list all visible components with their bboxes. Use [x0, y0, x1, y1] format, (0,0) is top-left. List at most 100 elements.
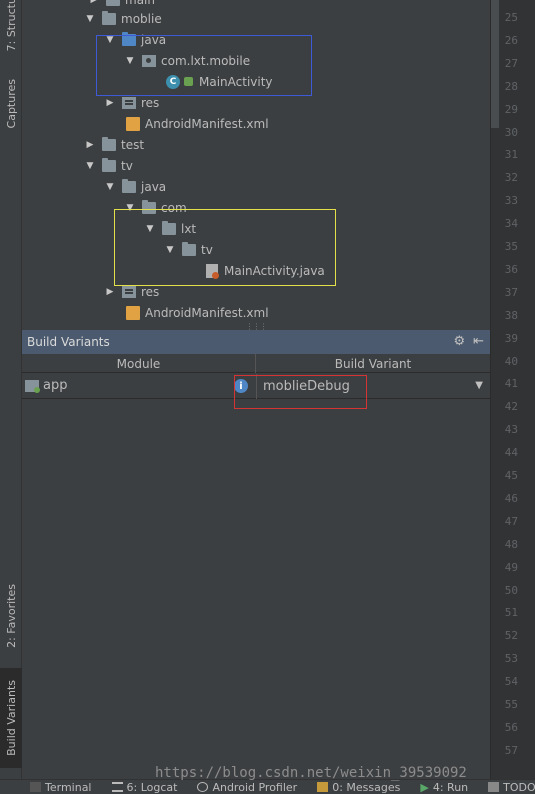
folder-icon: [162, 220, 176, 235]
folder-icon: [106, 0, 120, 6]
watermark: https://blog.csdn.net/weixin_39539092: [155, 765, 467, 781]
editor-gutter: 25 26 27 28 29 30 31 32 33 34 35 36 37 38 39 40 41 42 43 44…: [490, 0, 535, 779]
run-tab-label: 4: Run: [432, 780, 469, 794]
tree-row-label: lxt: [181, 221, 197, 236]
line-number: 41: [504, 377, 518, 391]
collapse-arrow-icon[interactable]: ▼: [144, 223, 156, 235]
line-number: 50: [504, 583, 518, 597]
line-number: 36: [504, 262, 518, 276]
tree-row-manifest[interactable]: AndroidManifest.xml: [126, 113, 269, 134]
expand-arrow-icon[interactable]: ▶: [84, 139, 96, 151]
line-number: 45: [504, 469, 518, 482]
line-number: 35: [504, 240, 518, 253]
column-header-module[interactable]: Module: [22, 354, 256, 373]
logcat-tab[interactable]: 6: Logcat: [104, 781, 190, 794]
tree-row-label: moblie: [121, 11, 162, 26]
module-name: app: [43, 378, 68, 393]
tree-row-com[interactable]: ▼ com: [124, 197, 187, 218]
tree-row-mainactivity[interactable]: C MainActivity: [166, 71, 273, 92]
folder-icon: [102, 136, 116, 151]
todo-tab-label: TODO: [503, 780, 535, 794]
tree-row-label: res: [141, 284, 160, 299]
build-variants-tab[interactable]: Build Variants: [0, 668, 22, 768]
line-number: 49: [504, 560, 518, 574]
expand-arrow-icon[interactable]: ▶: [88, 0, 100, 6]
tree-row-label: java: [141, 179, 167, 194]
structure-tab-label: 7: Structure: [4, 0, 18, 52]
captures-tab[interactable]: Captures: [0, 68, 22, 140]
tree-row-moblie[interactable]: ▼ moblie: [84, 8, 162, 29]
tree-row-mainactivity-java[interactable]: MainActivity.java: [206, 260, 325, 281]
variants-table-header: Module Build Variant: [22, 354, 490, 373]
captures-tab-label: Captures: [4, 79, 18, 129]
tree-row-tv-java[interactable]: ▼ java: [104, 176, 166, 197]
column-header-variant[interactable]: Build Variant: [256, 354, 490, 373]
tree-row-tv[interactable]: ▼ tv: [84, 155, 133, 176]
run-tab[interactable]: ▶ 4: Run: [412, 781, 480, 794]
line-number: 54: [504, 675, 518, 689]
collapse-arrow-icon[interactable]: ▼: [84, 13, 96, 25]
line-number: 51: [504, 606, 518, 620]
tree-row-test[interactable]: ▶ test: [84, 134, 144, 155]
collapse-arrow-icon[interactable]: ▼: [124, 55, 136, 67]
expand-arrow-icon[interactable]: ▶: [104, 97, 116, 109]
xml-file-icon: [126, 116, 140, 131]
line-number: 56: [504, 720, 518, 734]
table-row[interactable]: app i moblieDebug ▼: [22, 374, 490, 399]
line-number: 40: [504, 354, 518, 368]
build-variants-panel: Build Variants ⚙ ⇤ Module Build Variant …: [22, 330, 490, 779]
build-variants-tab-label: Build Variants: [4, 680, 18, 756]
panel-toolbar: ⚙ ⇤: [453, 334, 484, 349]
collapse-arrow-icon[interactable]: ▼: [104, 181, 116, 193]
line-number: 25: [504, 11, 518, 24]
collapse-arrow-icon[interactable]: ▼: [164, 244, 176, 256]
collapse-arrow-icon[interactable]: ▼: [104, 34, 116, 46]
tree-row-res[interactable]: ▶ res: [104, 92, 160, 113]
run-icon: ▶: [420, 780, 429, 794]
tree-row-label: MainActivity.java: [224, 263, 325, 278]
tree-row-label: AndroidManifest.xml: [145, 305, 269, 320]
expand-arrow-icon[interactable]: ▶: [104, 286, 116, 298]
java-file-icon: [206, 263, 219, 279]
tree-row-tv-res[interactable]: ▶ res: [104, 281, 160, 302]
messages-tab[interactable]: 0: Messages: [309, 781, 412, 794]
terminal-tab-label: Terminal: [45, 780, 92, 794]
dropdown-arrow-icon[interactable]: ▼: [475, 380, 483, 391]
profiler-tab[interactable]: Android Profiler: [189, 781, 309, 794]
source-folder-icon: [122, 31, 136, 46]
tree-row-label: res: [141, 95, 160, 110]
collapse-arrow-icon[interactable]: ▼: [84, 160, 96, 172]
line-number: 34: [504, 217, 518, 231]
tree-row-label: com.lxt.mobile: [161, 53, 251, 68]
gear-icon[interactable]: ⚙: [453, 334, 465, 349]
build-variant-select[interactable]: moblieDebug ▼: [256, 374, 490, 399]
tree-row-java[interactable]: ▼ java: [104, 29, 166, 50]
collapse-arrow-icon[interactable]: ▼: [124, 202, 136, 214]
panel-splitter[interactable]: ⋮⋮⋮: [22, 322, 490, 331]
favorites-tab[interactable]: 2: Favorites: [0, 572, 22, 660]
structure-tab[interactable]: 7: Structure: [0, 0, 22, 52]
tree-row-label: test: [121, 137, 145, 152]
project-tree: ▶ main ▼ moblie ▼ java ▼ com.lxt.mobile …: [22, 0, 490, 322]
folder-icon: [182, 241, 196, 256]
scrollbar-thumb[interactable]: [491, 0, 499, 128]
line-number: 31: [504, 148, 518, 162]
tree-row-lxt[interactable]: ▼ lxt: [144, 218, 196, 239]
line-number: 27: [504, 56, 518, 70]
tree-row-label: com: [161, 200, 187, 215]
tree-row-package[interactable]: ▼ com.lxt.mobile: [124, 50, 251, 71]
todo-icon: [488, 782, 500, 792]
resource-folder-icon: [122, 285, 136, 298]
tree-row-tv-manifest[interactable]: AndroidManifest.xml: [126, 302, 269, 322]
hide-panel-icon[interactable]: ⇤: [473, 334, 484, 349]
line-number: 47: [504, 514, 518, 528]
tree-row-tv-pkg[interactable]: ▼ tv: [164, 239, 213, 260]
terminal-tab[interactable]: Terminal: [0, 781, 104, 794]
info-icon[interactable]: i: [234, 379, 248, 393]
folder-icon: [122, 178, 136, 193]
line-number: 53: [504, 652, 518, 666]
todo-tab[interactable]: TODO: [480, 781, 535, 794]
package-icon: [142, 54, 156, 67]
panel-title: Build Variants: [27, 335, 110, 349]
logcat-tab-label: 6: Logcat: [126, 780, 178, 794]
